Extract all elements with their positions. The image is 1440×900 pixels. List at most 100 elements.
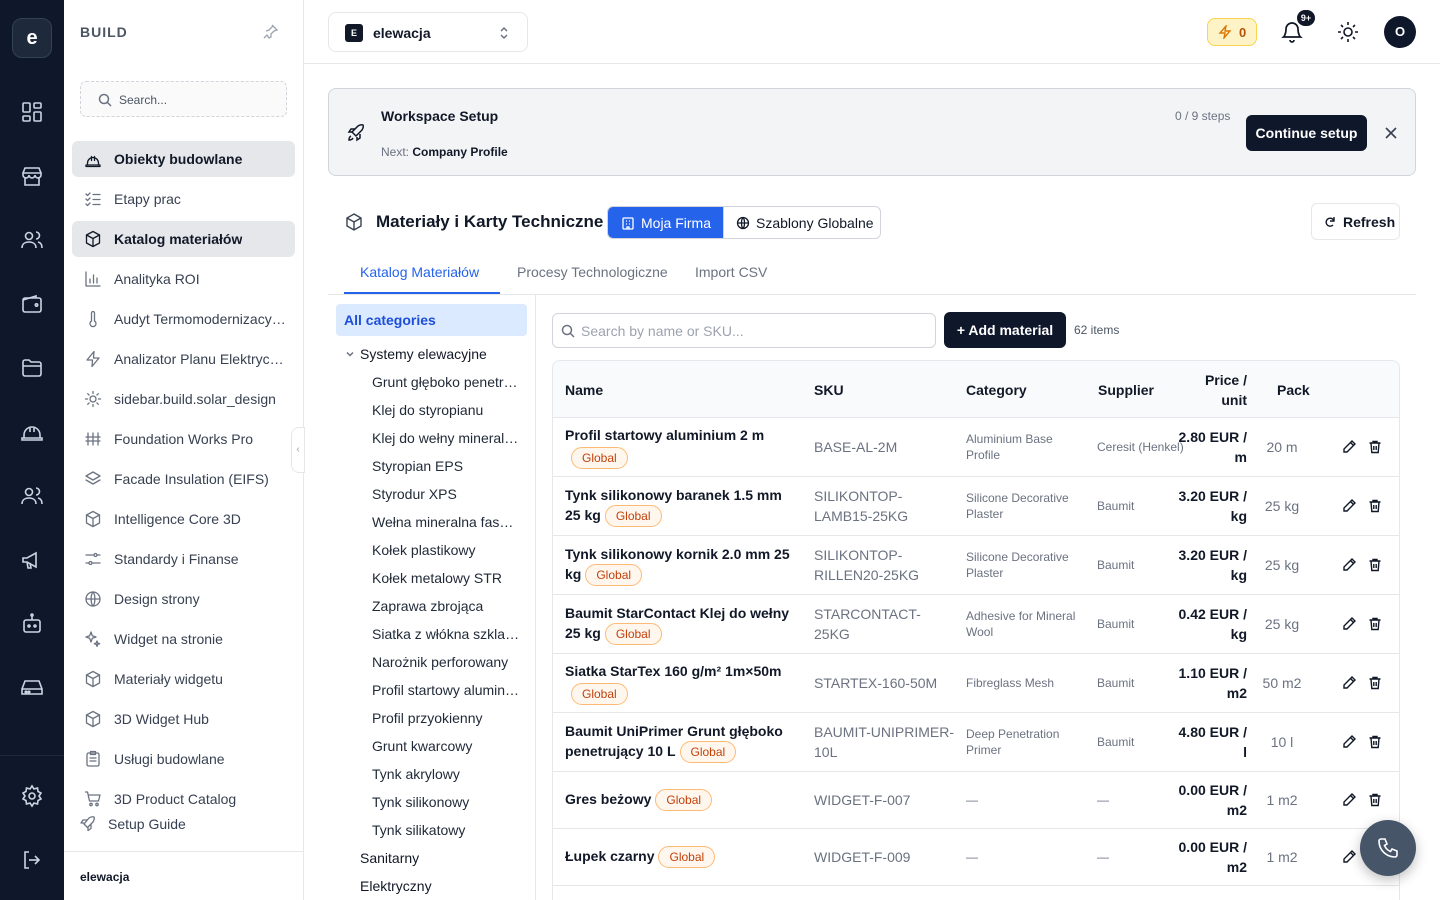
table-row[interactable]: Gres beżowy Global WIDGET-F-007— —0.00 EUR … — [553, 772, 1399, 829]
edit-pencil-icon[interactable] — [1341, 675, 1357, 691]
theme-toggle-sun-icon[interactable] — [1337, 21, 1359, 43]
table-row[interactable]: 0.00 EUR — [553, 886, 1399, 900]
category-item[interactable]: Profil startowy aluminiowy — [372, 682, 520, 698]
users-icon[interactable] — [20, 228, 44, 252]
material-search-input[interactable] — [581, 322, 921, 340]
bot-icon[interactable] — [20, 612, 44, 636]
tab-procesy-technologiczne[interactable]: Procesy Technologiczne — [517, 264, 668, 280]
edit-pencil-icon[interactable] — [1341, 439, 1357, 455]
wallet-icon[interactable] — [20, 292, 44, 316]
phone-call-button[interactable] — [1360, 820, 1416, 876]
edit-pencil-icon[interactable] — [1341, 792, 1357, 808]
tab-katalog-materialow[interactable]: Katalog Materiałów — [360, 264, 479, 280]
col-price[interactable]: Price / unit — [1193, 361, 1247, 418]
trash-icon[interactable] — [1367, 616, 1383, 632]
credits-badge[interactable]: 0 — [1207, 18, 1257, 46]
my-company-toggle[interactable]: Moja Firma — [608, 207, 723, 238]
trash-icon[interactable] — [1367, 734, 1383, 750]
sidebar-item-6[interactable]: Analizator Planu Elektrycznego — [72, 341, 295, 377]
sidebar-item-5[interactable]: Audyt Termomodernizacyjny — [72, 301, 295, 337]
category-item[interactable]: Grunt głęboko penetrujący — [372, 374, 520, 390]
category-item[interactable]: Wełna mineralna fasadowa — [372, 514, 520, 530]
refresh-button[interactable]: Refresh — [1311, 203, 1400, 240]
table-row[interactable]: Baumit StarContact Klej do wełny 25 kg Gl… — [553, 595, 1399, 654]
settings-icon[interactable] — [20, 784, 44, 808]
pin-icon[interactable] — [262, 24, 278, 40]
sidebar-item-15[interactable]: 3D Widget Hub — [72, 701, 295, 737]
edit-pencil-icon[interactable] — [1341, 849, 1357, 865]
app-logo[interactable]: e — [12, 18, 52, 58]
trash-icon[interactable] — [1367, 439, 1383, 455]
category-item[interactable]: Profil przyokienny — [372, 710, 520, 726]
trash-icon[interactable] — [1367, 675, 1383, 691]
sidebar-item-12[interactable]: Design strony — [72, 581, 295, 617]
category-item[interactable]: Klej do wełny mineralnej — [372, 430, 520, 446]
sidebar-item-13[interactable]: Widget na stronie — [72, 621, 295, 657]
col-name[interactable]: Name — [565, 361, 603, 418]
sidebar-item-14[interactable]: Materiały widgetu — [72, 661, 295, 697]
category-item[interactable]: Tynk silikonowy — [372, 794, 520, 810]
logout-icon[interactable] — [20, 848, 44, 872]
team-icon[interactable] — [20, 484, 44, 508]
sidebar-item-18[interactable]: Setup Guide — [66, 813, 289, 835]
category-group[interactable]: Sanitarny — [360, 850, 419, 866]
chevron-down-icon[interactable] — [345, 349, 355, 359]
category-item[interactable]: Grunt kwarcowy — [372, 738, 520, 754]
sidebar-collapse-handle[interactable]: ‹ — [291, 427, 305, 473]
hard-drive-icon[interactable] — [20, 676, 44, 700]
col-sku[interactable]: SKU — [814, 361, 844, 418]
col-category[interactable]: Category — [966, 361, 1027, 418]
category-item[interactable]: Zaprawa zbrojąca — [372, 598, 520, 614]
add-material-button[interactable]: + Add material — [944, 312, 1066, 348]
close-icon[interactable] — [1383, 125, 1399, 141]
sidebar-footer[interactable]: elewacja — [64, 851, 304, 900]
sidebar-search[interactable] — [80, 81, 287, 117]
sidebar-item-8[interactable]: Foundation Works Pro — [72, 421, 295, 457]
global-templates-toggle[interactable]: Szablony Globalne — [723, 207, 880, 238]
user-avatar[interactable]: O — [1384, 16, 1416, 48]
table-row[interactable]: Profil startowy aluminium 2 m Global BASE-… — [553, 418, 1399, 477]
edit-pencil-icon[interactable] — [1341, 616, 1357, 632]
folder-icon[interactable] — [20, 356, 44, 380]
table-row[interactable]: Baumit UniPrimer Grunt głęboko penetrują… — [553, 713, 1399, 772]
table-row[interactable]: Siatka StarTex 160 g/m² 1m×50m Global STAR… — [553, 654, 1399, 713]
workspace-selector[interactable]: E elewacja — [328, 12, 528, 52]
hard-hat-icon[interactable] — [20, 420, 44, 444]
category-item[interactable]: Kołek plastikowy — [372, 542, 520, 558]
continue-setup-button[interactable]: Continue setup — [1246, 115, 1367, 151]
category-item[interactable]: Tynk akrylowy — [372, 766, 520, 782]
layout-grid-icon[interactable] — [20, 100, 44, 124]
sidebar-item-4[interactable]: Analityka ROI — [72, 261, 295, 297]
trash-icon[interactable] — [1367, 557, 1383, 573]
category-item[interactable]: Narożnik perforowany — [372, 654, 520, 670]
category-item[interactable]: Styropian EPS — [372, 458, 520, 474]
sidebar-item-9[interactable]: Facade Insulation (EIFS) — [72, 461, 295, 497]
category-all[interactable]: All categories — [336, 304, 527, 336]
sidebar-search-input[interactable] — [119, 91, 279, 109]
table-row[interactable]: Tynk silikonowy kornik 2.0 mm 25 kg Globa… — [553, 536, 1399, 595]
category-item[interactable]: Styrodur XPS — [372, 486, 520, 502]
sidebar-item-3[interactable]: Katalog materiałów — [72, 221, 295, 257]
sidebar-item-16[interactable]: Usługi budowlane — [72, 741, 295, 777]
category-group[interactable]: Systemy elewacyjne — [360, 346, 487, 362]
col-supplier[interactable]: Supplier — [1098, 361, 1154, 418]
sidebar-item-1[interactable]: Obiekty budowlane — [72, 141, 295, 177]
category-item[interactable]: Tynk silikatowy — [372, 822, 520, 838]
trash-icon[interactable] — [1367, 792, 1383, 808]
category-group[interactable]: Elektryczny — [360, 878, 432, 894]
category-item[interactable]: Kołek metalowy STR — [372, 570, 520, 586]
category-item[interactable]: Klej do styropianu — [372, 402, 520, 418]
category-item[interactable]: Siatka z włókna szklanego — [372, 626, 520, 642]
tab-import-csv[interactable]: Import CSV — [695, 264, 767, 280]
store-icon[interactable] — [20, 164, 44, 188]
edit-pencil-icon[interactable] — [1341, 498, 1357, 514]
sidebar-item-2[interactable]: Etapy prac — [72, 181, 295, 217]
sidebar-item-10[interactable]: Intelligence Core 3D — [72, 501, 295, 537]
col-pack[interactable]: Pack — [1277, 361, 1310, 418]
sidebar-item-7[interactable]: sidebar.build.solar_design — [72, 381, 295, 417]
material-search[interactable] — [552, 313, 936, 348]
sidebar-item-11[interactable]: Standardy i Finanse — [72, 541, 295, 577]
megaphone-icon[interactable] — [20, 548, 44, 572]
table-row[interactable]: Łupek czarny Global WIDGET-F-009— —0.00 EUR… — [553, 829, 1399, 886]
table-row[interactable]: Tynk silikonowy baranek 1.5 mm 25 kg Glob… — [553, 477, 1399, 536]
